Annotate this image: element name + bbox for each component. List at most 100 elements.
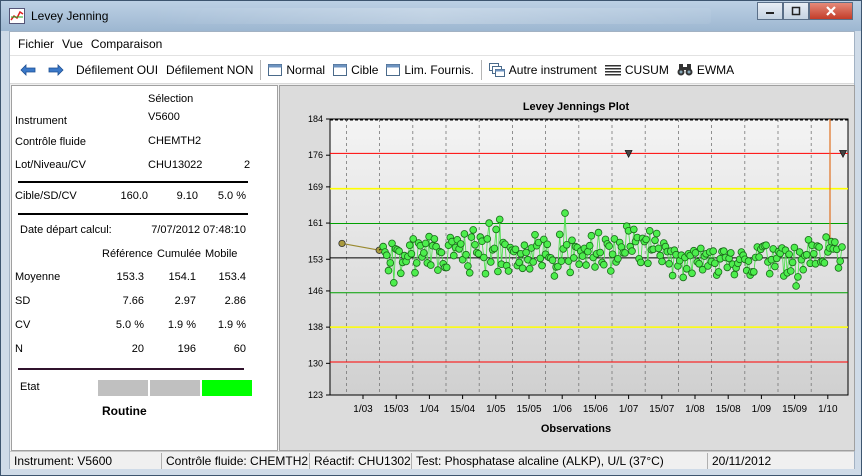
- arrow-right-icon: [48, 63, 64, 76]
- data-point: [792, 282, 800, 290]
- data-point: [621, 249, 629, 257]
- autre-instrument-button[interactable]: Autre instrument: [485, 58, 601, 82]
- cusum-label: CUSUM: [624, 62, 669, 77]
- window-title: Levey Jenning: [31, 9, 109, 23]
- data-point: [569, 254, 578, 262]
- data-point: [494, 267, 502, 276]
- data-point: [658, 257, 666, 266]
- cv-ref: 5.0 %: [115, 319, 144, 331]
- x-tick-label: 1/06: [552, 404, 572, 415]
- data-point: [495, 215, 504, 224]
- data-point: [719, 247, 728, 255]
- forward-button[interactable]: [44, 58, 72, 82]
- window-icon: [333, 63, 348, 76]
- data-point: [386, 259, 395, 267]
- data-point: [688, 269, 696, 278]
- data-point: [471, 241, 479, 249]
- data-point: [566, 268, 575, 277]
- separator-rule: [18, 213, 248, 215]
- target-sd: 9.10: [176, 190, 198, 202]
- data-point: [596, 248, 605, 257]
- data-point: [465, 269, 474, 277]
- data-point: [405, 241, 414, 250]
- lot-value: CHU13022: [148, 159, 203, 171]
- cible-button[interactable]: Cible: [329, 58, 382, 82]
- client-area: Fichier Vue Comparaison Défilement OUI D…: [9, 31, 855, 469]
- cusum-button[interactable]: CUSUM: [601, 58, 673, 82]
- data-point: [437, 248, 446, 257]
- menu-fichier[interactable]: Fichier: [14, 32, 58, 56]
- lim-fournis-button[interactable]: Lim. Fournis.: [382, 58, 477, 82]
- moyenne-cum: 154.1: [168, 271, 196, 283]
- state-indicator-1: [98, 380, 148, 396]
- lim-fournis-label: Lim. Fournis.: [404, 62, 474, 77]
- sd-label: SD: [15, 295, 31, 307]
- data-point: [561, 209, 569, 217]
- data-point: [749, 268, 758, 276]
- scroll-on-button[interactable]: Défilement OUI: [72, 58, 162, 82]
- data-point: [480, 253, 488, 262]
- data-point: [460, 230, 469, 238]
- data-point: [786, 267, 795, 275]
- status-date: 20/11/2012: [712, 453, 772, 468]
- menu-comparaison[interactable]: Comparaison: [87, 32, 166, 56]
- levey-jennings-plot-panel[interactable]: Levey Jennings Plot 184 176 169 161 153 146 13…: [279, 85, 855, 451]
- ewma-button[interactable]: EWMA: [673, 58, 738, 82]
- y-tick-label: 153: [308, 254, 323, 264]
- data-point: [582, 261, 590, 269]
- col-mobile: Mobile: [205, 248, 238, 260]
- data-point: [485, 219, 493, 227]
- data-point: [420, 249, 428, 257]
- data-point: [642, 235, 650, 244]
- back-button[interactable]: [16, 58, 44, 82]
- data-point: [525, 265, 534, 273]
- data-point: [836, 257, 844, 265]
- data-point: [726, 249, 735, 257]
- data-point: [744, 257, 753, 265]
- x-tick-label: 15/06: [583, 404, 608, 415]
- data-point: [815, 243, 823, 251]
- data-point: [467, 233, 476, 241]
- col-cumulee: Cumulée: [157, 248, 202, 260]
- data-point: [529, 258, 538, 266]
- data-point: [427, 261, 435, 269]
- maximize-button[interactable]: [783, 2, 809, 20]
- data-point: [714, 268, 723, 276]
- y-tick-label: 123: [308, 390, 323, 400]
- normal-button[interactable]: Normal: [264, 58, 329, 82]
- data-point: [469, 226, 478, 234]
- data-point: [755, 253, 763, 261]
- target-cv: 5.0 %: [217, 190, 246, 202]
- state-indicator-3: [202, 380, 252, 396]
- data-point: [585, 241, 594, 250]
- data-point: [518, 264, 527, 273]
- menu-vue[interactable]: Vue: [58, 32, 87, 56]
- arrow-left-icon: [20, 63, 36, 76]
- reference-point: [338, 239, 346, 248]
- state-divider: [18, 368, 244, 370]
- toolbar-separator: [480, 59, 482, 80]
- data-point: [771, 262, 779, 271]
- minimize-icon: [766, 12, 774, 14]
- data-point: [538, 261, 546, 270]
- data-point: [831, 238, 839, 246]
- state-indicator-2: [150, 380, 200, 396]
- data-point: [487, 258, 495, 266]
- scroll-off-button[interactable]: Défilement NON: [162, 58, 257, 82]
- status-test: Test: Phosphatase alcaline (ALKP), U/L (…: [412, 452, 708, 469]
- data-point: [788, 258, 797, 267]
- data-point: [802, 250, 811, 259]
- application-window: Levey Jenning Fichier Vue Comparaison Dé…: [0, 0, 862, 476]
- levey-jennings-chart: Levey Jennings Plot 184 176 169 161 153 146 13…: [308, 101, 849, 435]
- data-point: [605, 242, 613, 250]
- window-icon: [386, 63, 401, 76]
- title-bar[interactable]: Levey Jenning: [1, 1, 861, 31]
- moyenne-ref: 153.3: [116, 271, 144, 283]
- minimize-button[interactable]: [757, 2, 783, 20]
- data-point: [599, 260, 608, 269]
- data-point: [838, 243, 846, 251]
- data-point: [411, 269, 419, 277]
- close-button[interactable]: [809, 2, 853, 20]
- data-point: [490, 244, 499, 253]
- data-point: [450, 251, 458, 260]
